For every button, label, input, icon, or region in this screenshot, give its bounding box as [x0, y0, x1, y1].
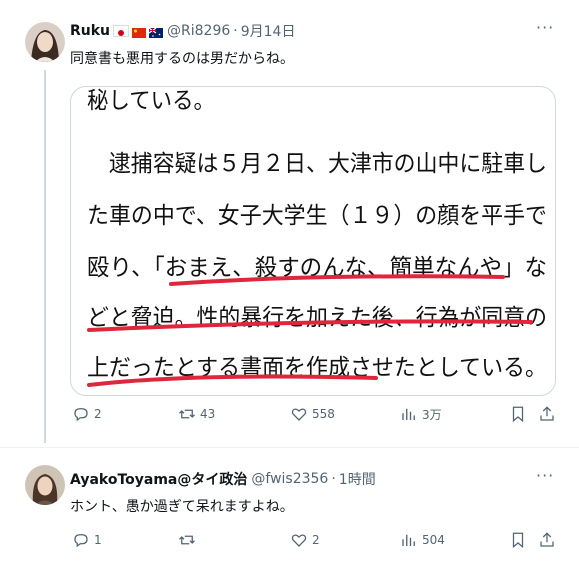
reply-icon	[74, 534, 88, 548]
views-icon	[402, 534, 415, 546]
bookmark-button[interactable]	[509, 405, 527, 423]
share-icon	[540, 406, 554, 421]
like-count: 2	[312, 533, 320, 547]
clipping-line: 逮捕容疑は５月２日、大津市の山中に駐車し	[87, 151, 547, 177]
tweet-image[interactable]: 秘している。 逮捕容疑は５月２日、大津市の山中に駐車し た車の中で、女子大学生（１…	[70, 86, 556, 396]
like-button[interactable]: 558	[290, 405, 335, 423]
divider	[0, 447, 579, 448]
more-icon[interactable]: ···	[536, 18, 554, 37]
retweet-count: 43	[200, 407, 216, 421]
display-name[interactable]: Ruku	[70, 23, 110, 39]
flag-japan-icon	[113, 25, 130, 37]
bookmark-icon	[512, 406, 524, 423]
reply-count: 1	[94, 533, 102, 547]
reply-icon	[74, 408, 88, 422]
bookmark-button[interactable]	[509, 531, 527, 549]
timestamp[interactable]: 9月14日	[241, 21, 296, 41]
retweet-button[interactable]	[178, 531, 200, 549]
views-count: 504	[422, 533, 445, 547]
tweet-text: 同意書も悪用するのは男だからね。	[70, 51, 294, 67]
separator: ·	[233, 23, 238, 39]
like-count: 558	[312, 407, 335, 421]
like-button[interactable]: 2	[290, 531, 320, 549]
clipping-line: た車の中で、女子大学生（１９）の顔を平手で	[87, 203, 547, 229]
tweet-header: AyakoToyama@タイ政治 @fwis2356 · 1時間	[70, 469, 376, 489]
user-handle[interactable]: @fwis2356	[251, 471, 328, 487]
user-handle[interactable]: @Ri8296	[167, 23, 230, 39]
flag-australia-icon	[148, 26, 164, 38]
avatar[interactable]	[25, 465, 65, 505]
retweet-button[interactable]: 43	[178, 405, 215, 423]
bookmark-icon	[512, 532, 524, 549]
like-icon	[291, 534, 307, 547]
views-count: 3万	[422, 407, 442, 422]
tweet-text: ホント、愚か過ぎて呆れますよね。	[70, 499, 294, 515]
share-button[interactable]	[538, 405, 556, 423]
flag-china-icon	[132, 26, 147, 38]
retweet-icon	[179, 535, 195, 545]
reply-count: 2	[94, 407, 102, 421]
share-icon	[540, 532, 554, 547]
display-name[interactable]: AyakoToyama@タイ政治	[70, 469, 247, 489]
views-icon	[402, 408, 415, 420]
views-button[interactable]: 3万	[400, 405, 442, 423]
share-button[interactable]	[538, 531, 556, 549]
tweet-header: Ruku @Ri8296 · 9月14日	[70, 21, 295, 41]
views-button[interactable]: 504	[400, 531, 445, 549]
reply-button[interactable]: 1	[72, 531, 102, 549]
separator: ·	[331, 471, 336, 487]
newspaper-clipping: 秘している。 逮捕容疑は５月２日、大津市の山中に駐車した車の中で、女子大学生（１…	[87, 88, 547, 387]
timestamp[interactable]: 1時間	[339, 469, 376, 489]
like-icon	[291, 408, 307, 421]
reply-button[interactable]: 2	[72, 405, 102, 423]
avatar[interactable]	[25, 22, 65, 62]
retweet-icon	[179, 409, 195, 419]
thread-line	[44, 70, 46, 443]
more-icon[interactable]: ···	[536, 466, 554, 485]
clipping-line: 秘している。	[87, 88, 215, 114]
